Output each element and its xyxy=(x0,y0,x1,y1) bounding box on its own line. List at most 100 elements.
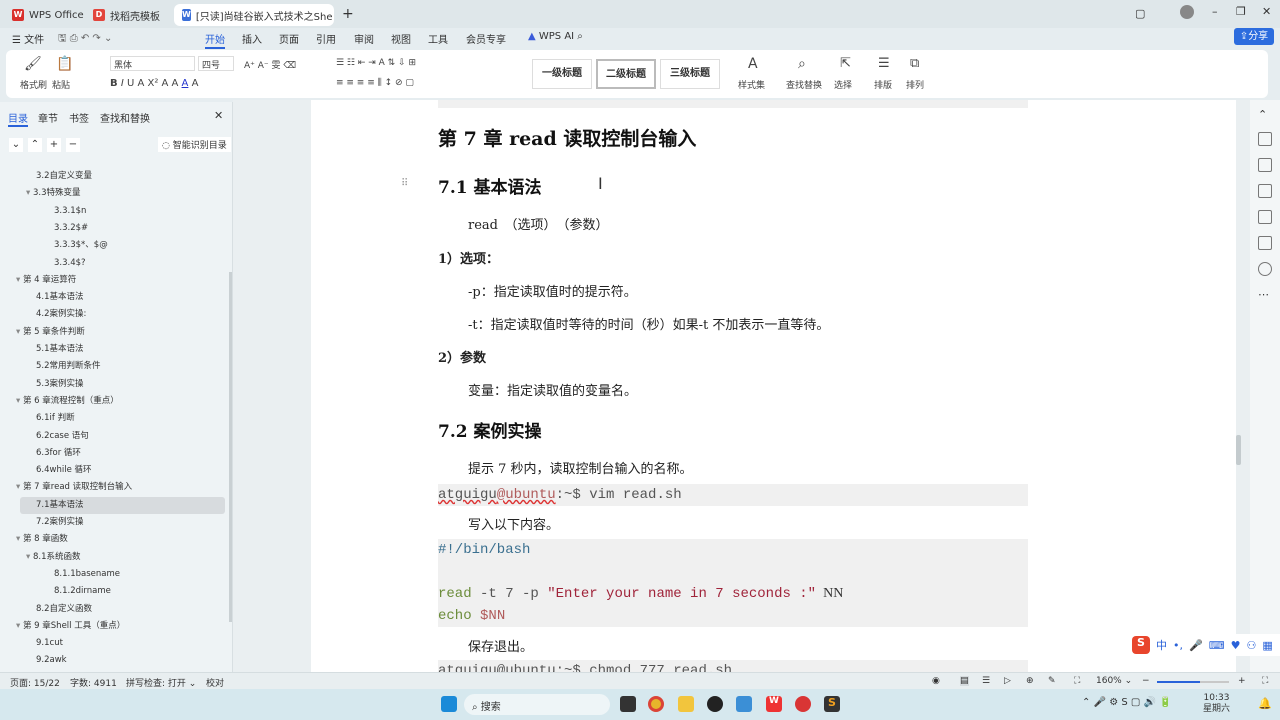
toc-item[interactable]: 8.1.1basename xyxy=(54,566,120,583)
collapse-up-button[interactable]: ⌃ xyxy=(28,138,42,152)
menu-page[interactable]: 页面 xyxy=(279,31,299,46)
keyboard-icon[interactable]: ⌨ xyxy=(1209,639,1225,652)
toc-item[interactable]: ▾ 第 5 章条件判断 xyxy=(16,324,85,341)
format-icons[interactable]: B I U A X² A A A A xyxy=(110,78,198,89)
format-icon[interactable] xyxy=(1258,210,1272,224)
expand-arrow-icon[interactable]: ▾ xyxy=(16,327,23,337)
ime-mode[interactable]: 中 xyxy=(1156,637,1167,653)
play-icon[interactable]: ▷ xyxy=(1004,676,1011,686)
style-heading3[interactable]: 三级标题 xyxy=(660,59,720,89)
toc-item[interactable]: 8.2自定义函数 xyxy=(36,601,92,618)
page-view-icon[interactable]: ▤ xyxy=(960,676,969,686)
toc-item[interactable]: 3.2自定义变量 xyxy=(36,168,92,185)
toc-item[interactable]: 3.3.1$n xyxy=(54,203,86,220)
fit-icon[interactable]: ⛶ xyxy=(1074,676,1080,686)
ime-punct-icon[interactable]: •, xyxy=(1173,639,1183,652)
toc-item[interactable]: ▾ 第 7 章read 读取控制台输入 xyxy=(16,479,132,496)
layout-button[interactable]: 排版 xyxy=(874,78,892,91)
style-heading2[interactable]: 二级标题 xyxy=(596,59,656,89)
toc-item[interactable]: 7.1基本语法 xyxy=(20,496,225,514)
add-level-button[interactable]: + xyxy=(47,138,61,152)
zoom-out-icon[interactable]: − xyxy=(1142,676,1150,686)
remove-level-button[interactable]: − xyxy=(66,138,80,152)
web-view-icon[interactable]: ⊕ xyxy=(1026,676,1034,686)
tab-templates[interactable]: D 找稻壳模板 xyxy=(85,4,168,26)
chrome-icon[interactable] xyxy=(648,696,664,712)
collapse-icon[interactable]: ⌃ xyxy=(1258,108,1272,122)
share-button[interactable]: ⇪分享 xyxy=(1234,28,1274,45)
nav-tab-toc[interactable]: 目录 xyxy=(8,110,28,127)
menu-reference[interactable]: 引用 xyxy=(316,31,336,46)
sublime-icon[interactable]: S xyxy=(824,696,840,712)
new-tab-icon[interactable]: + xyxy=(342,6,354,22)
menu-home[interactable]: 开始 xyxy=(205,31,225,49)
expand-down-button[interactable]: ⌄ xyxy=(9,138,23,152)
expand-arrow-icon[interactable]: ▾ xyxy=(16,275,23,285)
toc-item[interactable]: 7.2案例实操 xyxy=(36,514,84,531)
toc-item[interactable]: 3.3.4$? xyxy=(54,255,86,272)
close-pane-icon[interactable]: ✕ xyxy=(214,109,223,122)
select-button[interactable]: 选择 xyxy=(834,78,852,91)
window-icon[interactable]: ▢ xyxy=(1135,7,1145,20)
expand-arrow-icon[interactable]: ▾ xyxy=(16,621,23,631)
toc-item[interactable]: 4.2案例实操: xyxy=(36,306,86,323)
toc-item[interactable]: 6.3for 循环 xyxy=(36,445,81,462)
menu-file[interactable]: ☰ 文件 xyxy=(12,31,44,46)
close-icon[interactable]: ✕ xyxy=(1262,5,1271,18)
notification-icon[interactable]: 🔔 xyxy=(1258,697,1272,710)
format-painter-button[interactable]: 格式刷 xyxy=(20,78,47,91)
font-select[interactable]: 黑体 xyxy=(110,56,195,71)
toc-item[interactable]: 3.3.3$*、$@ xyxy=(54,237,108,254)
toc-item[interactable]: ▾ 3.3特殊变量 xyxy=(26,185,81,202)
zoom-in-icon[interactable]: + xyxy=(1238,676,1246,686)
image-icon[interactable] xyxy=(1258,236,1272,250)
menu-review[interactable]: 审阅 xyxy=(354,31,374,46)
tab-document[interactable]: W [只读]尚硅谷嵌入式技术之She xyxy=(174,4,334,26)
edit-icon[interactable] xyxy=(1258,132,1272,146)
nav-scrollbar[interactable] xyxy=(229,272,232,622)
font-tools-icons[interactable]: A⁺ A⁻ 雯 ⌫ xyxy=(244,58,296,71)
toc-item[interactable]: ▾ 第 4 章运算符 xyxy=(16,272,76,289)
nav-tab-sections[interactable]: 章节 xyxy=(38,110,58,125)
nav-tab-find[interactable]: 查找和替换 xyxy=(100,110,150,125)
toc-item[interactable]: 9.2awk xyxy=(36,652,67,669)
zoom-select[interactable]: 160% ⌄ xyxy=(1096,676,1132,686)
eye-icon[interactable]: ◉ xyxy=(932,676,940,686)
expand-arrow-icon[interactable]: ▾ xyxy=(16,482,23,492)
taskview-icon[interactable] xyxy=(620,696,636,712)
toc-item[interactable]: ▾ 第 8 章函数 xyxy=(16,531,68,548)
toc-item[interactable]: 6.1if 判断 xyxy=(36,410,75,427)
wps-taskbar-icon[interactable]: W xyxy=(766,696,782,712)
skin-icon[interactable]: ♥ xyxy=(1231,639,1241,652)
app-icon[interactable] xyxy=(795,696,811,712)
word-count[interactable]: 字数: 4911 xyxy=(70,676,117,689)
clock[interactable]: 10:33 星期六 xyxy=(1203,693,1230,715)
zoom-slider[interactable] xyxy=(1157,681,1229,683)
style-set-button[interactable]: 样式集 xyxy=(738,78,765,91)
toc-item[interactable]: 9.1cut xyxy=(36,635,63,652)
menu-insert[interactable]: 插入 xyxy=(242,31,262,46)
toc-item[interactable]: ▾ 8.1系统函数 xyxy=(26,549,81,566)
style-heading1[interactable]: 一级标题 xyxy=(532,59,592,89)
quick-access-icons[interactable]: 🖫 ⎙ ↶ ↷ ⌄ xyxy=(58,31,112,48)
toc-item[interactable]: 4.1基本语法 xyxy=(36,289,84,306)
explorer-icon[interactable] xyxy=(678,696,694,712)
list-icons[interactable]: ☰ ☷ ⇤ ⇥ A ⇅ ⇩ ⊞ xyxy=(336,58,416,68)
vmware-icon[interactable] xyxy=(736,696,752,712)
toc-item[interactable]: ▾ 第 6 章流程控制（重点） xyxy=(16,393,119,410)
help-icon[interactable] xyxy=(1258,262,1272,276)
more-icon[interactable]: ⋯ xyxy=(1258,288,1272,302)
outline-view-icon[interactable]: ☰ xyxy=(982,676,990,686)
apps-icon[interactable]: ▦ xyxy=(1262,639,1272,652)
arrange-button[interactable]: 排列 xyxy=(906,78,924,91)
select-icon[interactable] xyxy=(1258,158,1272,172)
find-replace-button[interactable]: 查找替换 xyxy=(786,78,822,91)
mic-icon[interactable]: 🎤 xyxy=(1189,639,1203,652)
settings-icon[interactable] xyxy=(1258,184,1272,198)
minimize-icon[interactable]: – xyxy=(1212,5,1218,18)
toc-item[interactable]: 5.3案例实操 xyxy=(36,376,84,393)
expand-arrow-icon[interactable]: ▾ xyxy=(16,396,23,406)
font-size-select[interactable]: 四号 xyxy=(198,56,234,71)
doc-scrollbar[interactable] xyxy=(1236,435,1241,465)
menu-wps-ai[interactable]: ▲ WPS AI ⌕ xyxy=(528,31,583,42)
